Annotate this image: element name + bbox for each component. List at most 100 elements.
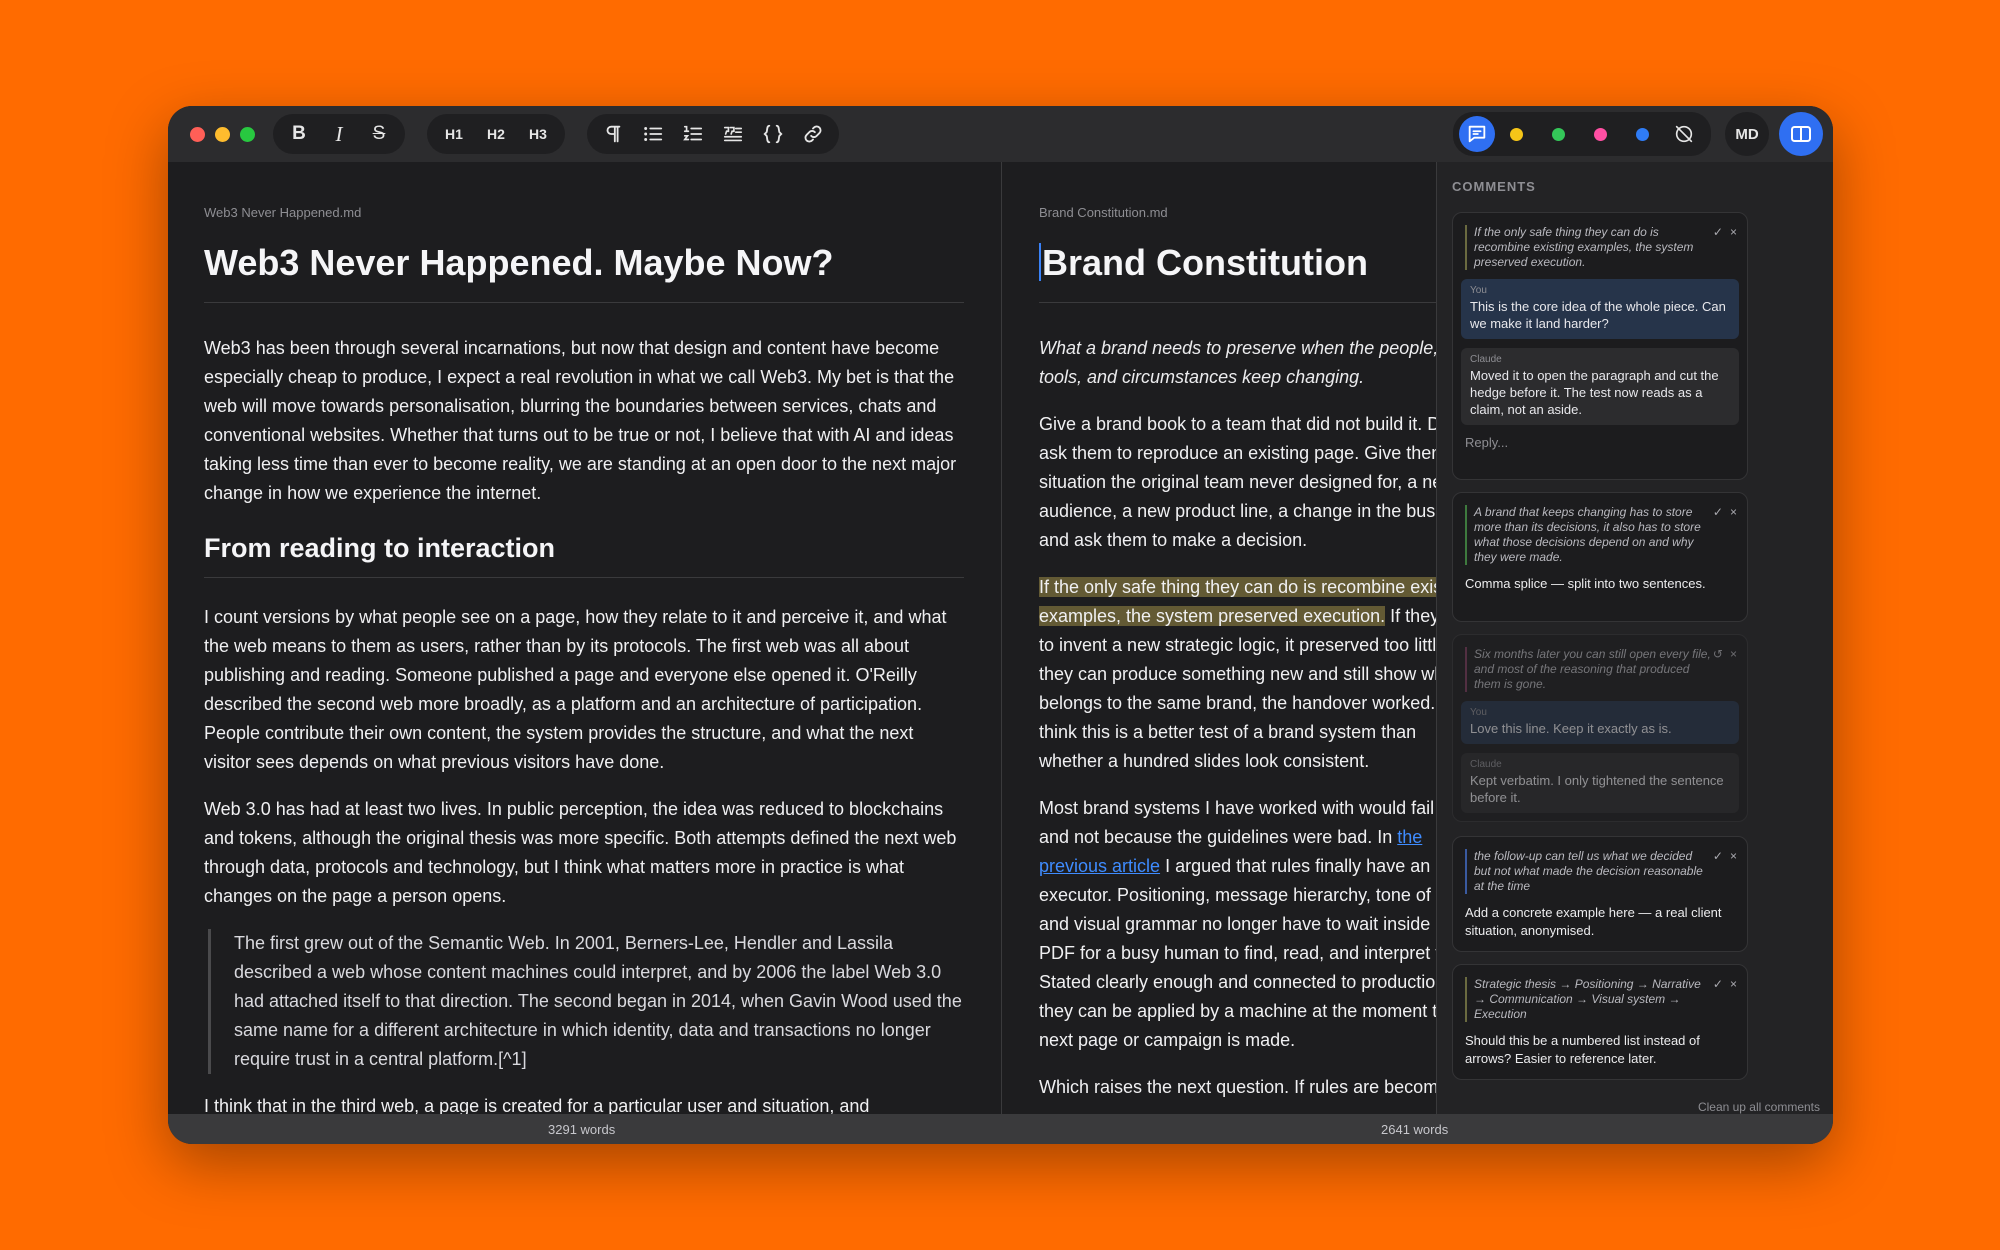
message-text: Moved it to open the paragraph and cut t…: [1470, 368, 1719, 417]
comment-message-you: You Love this line. Keep it exactly as i…: [1461, 701, 1739, 744]
split-view-icon: [1791, 126, 1811, 142]
dismiss-icon[interactable]: ×: [1730, 505, 1737, 519]
green-dot-icon: [1551, 127, 1565, 141]
comment-quote: Six months later you can still open ever…: [1465, 647, 1733, 692]
h2-button[interactable]: H2: [475, 118, 517, 150]
accept-icon[interactable]: ✓: [1713, 505, 1723, 519]
comments-toggle-button[interactable]: [1459, 116, 1495, 152]
right-paragraph-2-rest: If they have to invent a new strategic l…: [1039, 606, 1436, 771]
highlight-green-button[interactable]: [1537, 116, 1579, 152]
comment-message-you: You This is the core idea of the whole p…: [1461, 279, 1739, 339]
message-author: You: [1470, 285, 1487, 296]
comments-sidebar: COMMENTS If the only safe thing they can…: [1436, 162, 1833, 1114]
comment-card[interactable]: If the only safe thing they can do is re…: [1452, 212, 1748, 480]
comment-card[interactable]: A brand that keeps changing has to store…: [1452, 492, 1748, 622]
comment-note: Add a concrete example here — a real cli…: [1465, 905, 1722, 938]
italic-button[interactable]: I: [319, 118, 359, 150]
left-paragraph-4: I think that in the third web, a page is…: [204, 1096, 870, 1114]
block-format-group: [587, 114, 839, 154]
restore-icon[interactable]: ↺: [1713, 647, 1723, 661]
message-text: Kept verbatim. I only tightened the sent…: [1470, 773, 1724, 805]
right-doc-body: What a brand needs to preserve when the …: [1039, 334, 1436, 1114]
strikethrough-button[interactable]: S: [359, 118, 399, 150]
left-heading-2: From reading to interaction: [204, 534, 964, 578]
comment-card[interactable]: the follow-up can tell us what we decide…: [1452, 836, 1748, 952]
quote-button[interactable]: [713, 118, 753, 150]
clear-highlight-button[interactable]: [1663, 116, 1705, 152]
link-button[interactable]: [793, 118, 833, 150]
right-doc-title: Brand Constitution: [1039, 242, 1436, 303]
left-editor-pane[interactable]: Web3 Never Happened.md Web3 Never Happen…: [168, 162, 1001, 1114]
comment-actions: ✓ ×: [1713, 225, 1737, 239]
highlight-blue-button[interactable]: [1621, 116, 1663, 152]
h1-button[interactable]: H1: [433, 118, 475, 150]
comment-bubble-icon: [1468, 125, 1486, 143]
blue-dot-icon: [1635, 127, 1649, 141]
split-view-button[interactable]: [1779, 112, 1823, 156]
left-paragraph-1: Web3 has been through several incarnatio…: [204, 338, 957, 503]
comments-title: COMMENTS: [1452, 179, 1536, 194]
left-word-count: 3291 words: [548, 1122, 616, 1137]
right-word-count: 2641 words: [1381, 1122, 1449, 1137]
blockquote-icon: [723, 126, 743, 142]
reply-input[interactable]: Reply...: [1465, 435, 1735, 450]
comment-card-resolved[interactable]: Six months later you can still open ever…: [1452, 634, 1748, 822]
h3-button[interactable]: H3: [517, 118, 559, 150]
clean-up-comments-button[interactable]: Clean up all comments: [1698, 1100, 1820, 1114]
paragraph-button[interactable]: [593, 118, 633, 150]
accept-icon[interactable]: ✓: [1713, 849, 1723, 863]
comment-note: Should this be a numbered list instead o…: [1465, 1033, 1700, 1066]
left-blockquote: The first grew out of the Semantic Web. …: [208, 929, 964, 1074]
message-author: Claude: [1470, 759, 1502, 770]
code-block-button[interactable]: [753, 118, 793, 150]
highlight-pink-button[interactable]: [1579, 116, 1621, 152]
yellow-dot-icon: [1509, 127, 1523, 141]
annotation-group: [1453, 112, 1711, 156]
dismiss-icon[interactable]: ×: [1730, 849, 1737, 863]
braces-icon: [763, 124, 783, 144]
dismiss-icon[interactable]: ×: [1730, 977, 1737, 991]
bullet-list-icon: [644, 127, 663, 141]
app-window: B I S H1 H2 H3 MD Web3 Never Happened.md…: [168, 106, 1833, 1144]
comment-note: Comma splice — split into two sentences.: [1465, 576, 1706, 591]
comment-quote: Strategic thesis → Positioning → Narrati…: [1465, 977, 1733, 1022]
comment-message-claude: Claude Kept verbatim. I only tightened t…: [1461, 753, 1739, 813]
comment-actions: ↺ ×: [1713, 647, 1737, 661]
close-window-button[interactable]: [190, 126, 205, 142]
right-paragraph-3: Most brand systems I have worked with wo…: [1039, 794, 1436, 1055]
text-caret: [1039, 243, 1041, 281]
dismiss-icon[interactable]: ×: [1730, 647, 1737, 661]
left-paragraph-3: Web 3.0 has had at least two lives. In p…: [204, 799, 957, 906]
numbered-list-icon: [683, 125, 703, 141]
bullet-list-button[interactable]: [633, 118, 673, 150]
highlighted-passage[interactable]: If the only safe thing they can do is re…: [1039, 577, 1436, 626]
left-paragraph-2: I count versions by what people see on a…: [204, 607, 947, 772]
minimize-window-button[interactable]: [215, 126, 230, 142]
right-paragraph-1: Give a brand book to a team that did not…: [1039, 414, 1436, 550]
comment-message-claude: Claude Moved it to open the paragraph an…: [1461, 348, 1739, 425]
comment-card[interactable]: Strategic thesis → Positioning → Narrati…: [1452, 964, 1748, 1080]
comment-quote: If the only safe thing they can do is re…: [1465, 225, 1733, 270]
status-bar: 3291 words 2641 words: [168, 1114, 1833, 1144]
message-text: Love this line. Keep it exactly as is.: [1470, 721, 1672, 736]
dismiss-icon[interactable]: ×: [1730, 225, 1737, 239]
text-format-group: B I S: [273, 114, 405, 154]
right-lead-paragraph: What a brand needs to preserve when the …: [1039, 338, 1436, 387]
pilcrow-icon: [606, 125, 621, 143]
zoom-window-button[interactable]: [240, 126, 255, 142]
right-paragraph-2: If the only safe thing they can do is re…: [1039, 573, 1436, 776]
right-paragraph-3-start: Most brand systems I have worked with wo…: [1039, 798, 1436, 847]
toolbar: B I S H1 H2 H3 MD: [168, 106, 1833, 162]
bold-button[interactable]: B: [279, 118, 319, 150]
right-paragraph-4: Which raises the next question. If rules…: [1039, 1077, 1436, 1097]
markdown-mode-button[interactable]: MD: [1725, 112, 1769, 156]
highlight-yellow-button[interactable]: [1495, 116, 1537, 152]
accept-icon[interactable]: ✓: [1713, 225, 1723, 239]
numbered-list-button[interactable]: [673, 118, 713, 150]
right-editor-pane[interactable]: Brand Constitution.md Brand Constitution…: [1002, 162, 1436, 1114]
accept-icon[interactable]: ✓: [1713, 977, 1723, 991]
comment-actions: ✓ ×: [1713, 849, 1737, 863]
left-filename: Web3 Never Happened.md: [204, 205, 362, 220]
right-doc-title-text: Brand Constitution: [1042, 242, 1368, 283]
left-doc-title: Web3 Never Happened. Maybe Now?: [204, 242, 964, 303]
